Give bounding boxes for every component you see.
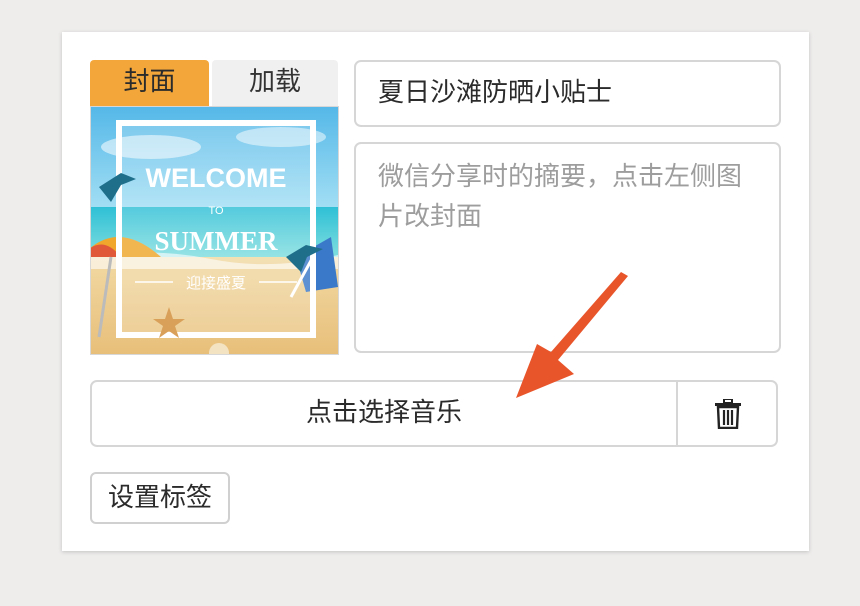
title-input[interactable]: 夏日沙滩防晒小贴士 <box>354 60 781 127</box>
trash-icon <box>715 398 741 429</box>
delete-music-button[interactable] <box>680 382 776 445</box>
cover-tabs: 封面 加载 <box>90 60 338 106</box>
article-editor-card: 封面 加载 WELCOME TO SUMMER 迎接盛夏 夏日沙滩防晒小贴士 微… <box>62 32 809 551</box>
cover-text-welcome: WELCOME <box>146 163 287 193</box>
cover-text-subtitle: 迎接盛夏 <box>186 274 246 292</box>
cover-image-preview[interactable]: WELCOME TO SUMMER 迎接盛夏 <box>90 106 339 355</box>
set-tags-button[interactable]: 设置标签 <box>90 472 230 524</box>
tab-load[interactable]: 加载 <box>212 60 338 106</box>
music-selector: 点击选择音乐 <box>90 380 778 447</box>
summary-textarea[interactable]: 微信分享时的摘要，点击左侧图片改封面 <box>354 142 781 353</box>
cover-text-summer: SUMMER <box>155 226 278 256</box>
tab-cover[interactable]: 封面 <box>90 60 209 106</box>
cover-text-to: TO <box>208 205 224 217</box>
select-music-button[interactable]: 点击选择音乐 <box>92 382 678 445</box>
